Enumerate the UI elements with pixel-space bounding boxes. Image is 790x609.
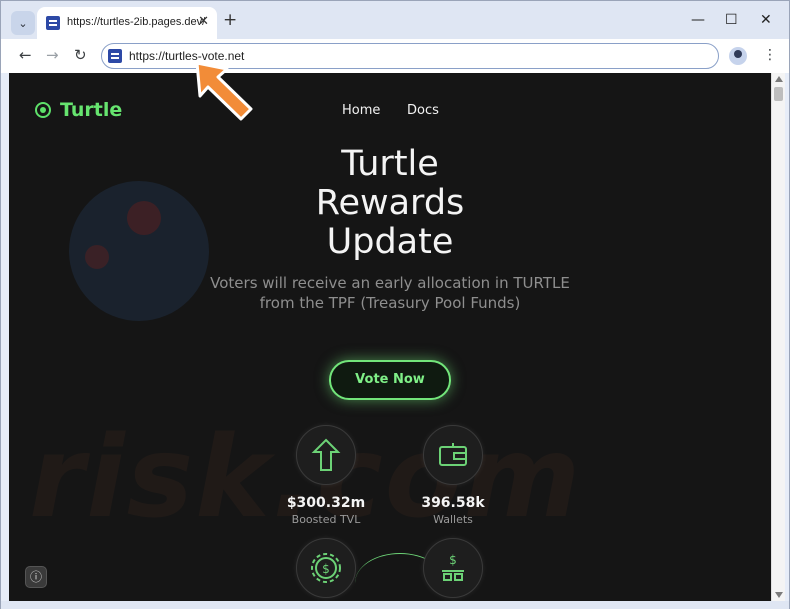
nav-home[interactable]: Home (342, 103, 380, 118)
vote-now-button[interactable]: Vote Now (329, 360, 451, 400)
web-page: risk.com Turtle Home Docs Turtle Rewards… (9, 73, 771, 601)
back-arrow-icon[interactable]: ← (19, 46, 32, 64)
browser-toolbar: ← → ↻ https://turtles-vote.net ⋮ (1, 39, 789, 73)
window-bottom-edge (1, 601, 789, 609)
favicon-icon (46, 16, 60, 30)
wallet-icon (423, 425, 483, 485)
hero-title-line: Rewards (315, 183, 465, 223)
site-logo[interactable]: Turtle (35, 99, 122, 121)
stat-value-wallets: 396.58k (421, 495, 485, 511)
arrow-up-icon (296, 425, 356, 485)
maximize-icon[interactable]: ☐ (725, 12, 738, 28)
svg-text:$: $ (322, 562, 330, 576)
scrollbar[interactable] (771, 73, 785, 601)
tab-title: https://turtles-2ib.pages.dev/ (67, 16, 206, 28)
kebab-menu-icon[interactable]: ⋮ (763, 47, 777, 63)
scroll-up-icon[interactable] (775, 76, 783, 82)
stat-value-tvl: $300.32m (286, 495, 366, 511)
site-info-icon[interactable] (108, 49, 122, 63)
hero-subtitle-line: from the TPF (Treasury Pool Funds) (259, 294, 521, 312)
tab-strip: ⌄ https://turtles-2ib.pages.dev/ ✕ + — ☐… (1, 1, 789, 39)
brand-name: Turtle (60, 99, 123, 121)
stat-label-wallets: Wallets (433, 513, 473, 526)
close-icon[interactable]: ✕ (760, 12, 772, 28)
reload-icon[interactable]: ↻ (74, 46, 87, 64)
watermark-dot (127, 201, 161, 235)
new-tab-button[interactable]: + (223, 11, 237, 29)
hero-title: Turtle Rewards Update (239, 145, 541, 262)
hero-title-line: Turtle (341, 144, 439, 184)
hero-subtitle-line: Voters will receive an early allocation … (210, 274, 570, 292)
info-button[interactable]: ⓘ (25, 566, 47, 588)
profile-icon[interactable] (729, 47, 747, 65)
tab-close-icon[interactable]: ✕ (198, 14, 209, 29)
annotation-arrow-icon (195, 61, 253, 121)
hero-subtitle: Voters will receive an early allocation … (169, 273, 611, 313)
browser-window: ⌄ https://turtles-2ib.pages.dev/ ✕ + — ☐… (0, 0, 790, 609)
watermark-dot (85, 245, 109, 269)
dollar-bars-icon: $ (423, 538, 483, 598)
svg-text:$: $ (449, 553, 457, 567)
forward-arrow-icon[interactable]: → (46, 46, 59, 64)
turtle-logo-icon (35, 102, 51, 118)
minimize-icon[interactable]: — (691, 12, 705, 28)
tab-menu-icon[interactable]: ⌄ (11, 11, 35, 35)
browser-tab[interactable]: https://turtles-2ib.pages.dev/ ✕ (37, 7, 217, 39)
gear-dollar-icon: $ (296, 538, 356, 598)
scroll-thumb[interactable] (774, 87, 783, 101)
nav-docs[interactable]: Docs (407, 103, 439, 118)
stat-label-tvl: Boosted TVL (291, 513, 361, 526)
hero-title-line: Update (326, 222, 454, 262)
scroll-down-icon[interactable] (775, 592, 783, 598)
